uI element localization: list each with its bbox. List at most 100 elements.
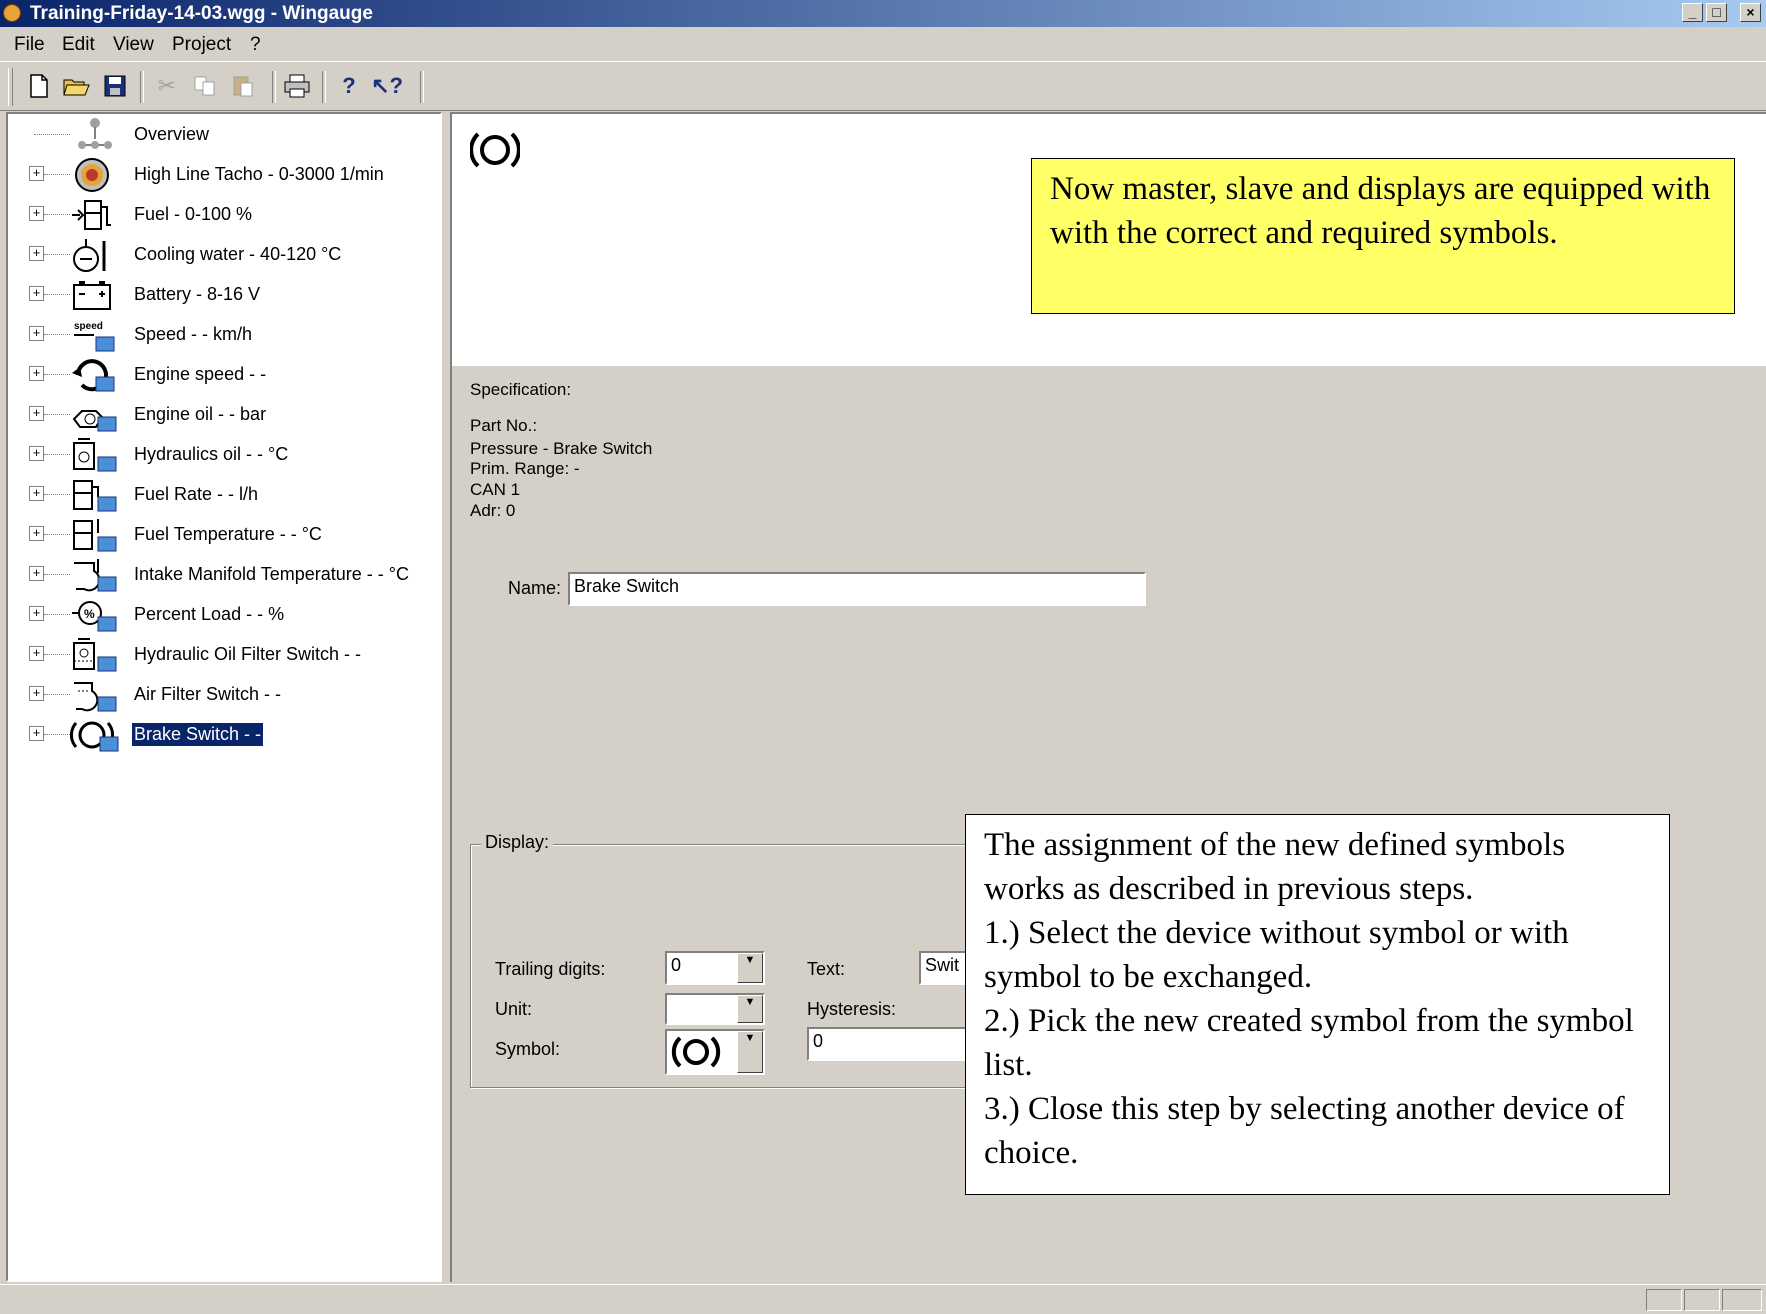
expand-icon[interactable]: +	[29, 606, 44, 621]
paste-icon[interactable]	[228, 71, 258, 101]
tree-item-overview[interactable]: Overview	[8, 114, 438, 154]
tree-item-speed[interactable]: + speed Speed - - km/h	[8, 314, 438, 354]
open-icon[interactable]	[62, 71, 92, 101]
toolbar: ✂ ? ↖?	[0, 61, 1766, 111]
svg-text:speed: speed	[74, 321, 103, 332]
tree-item-hydraulics-oil[interactable]: + Hydraulics oil - - °C	[8, 434, 438, 474]
help-icon[interactable]: ?	[334, 71, 364, 101]
toolbar-separator	[420, 71, 424, 103]
tree-item-percent-load[interactable]: + % Percent Load - - %	[8, 594, 438, 634]
expand-icon[interactable]: +	[29, 446, 44, 461]
tree-item-label: Overview	[134, 124, 210, 144]
expand-icon[interactable]: +	[29, 166, 44, 181]
toolbar-grip[interactable]	[8, 68, 13, 106]
expand-icon[interactable]: +	[29, 406, 44, 421]
cut-icon[interactable]: ✂	[152, 71, 182, 101]
tree-item-label: Percent Load - - %	[134, 604, 285, 624]
unit-label: Unit:	[495, 999, 533, 1019]
fuel-temperature-icon	[70, 517, 120, 553]
tree-item-cooling-water[interactable]: + Cooling water - 40-120 °C	[8, 234, 438, 274]
annotation-line: 3.) Close this step by selecting another…	[984, 1091, 1625, 1171]
tree-item-brake-switch[interactable]: + Brake Switch - -	[8, 714, 438, 754]
hysteresis-input[interactable]: 0	[807, 1027, 967, 1061]
cooling-water-icon	[70, 237, 120, 273]
resize-grip[interactable]	[1722, 1289, 1762, 1311]
overview-icon	[70, 117, 120, 153]
tree-item-tacho[interactable]: + High Line Tacho - 0-3000 1/min	[8, 154, 438, 194]
chevron-down-icon[interactable]: ▼	[737, 1031, 763, 1073]
trailing-digits-select[interactable]: 0 ▼	[665, 951, 765, 985]
expand-icon[interactable]: +	[29, 646, 44, 661]
white-annotation: The assignment of the new defined symbol…	[965, 814, 1670, 1195]
tree-item-intake-manifold[interactable]: + Intake Manifold Temperature - - °C	[8, 554, 438, 594]
status-panel	[1684, 1289, 1720, 1311]
menu-project[interactable]: Project	[172, 34, 231, 56]
tree-item-engine-oil[interactable]: + Engine oil - - bar	[8, 394, 438, 434]
tree-connector	[44, 254, 70, 255]
maximize-button[interactable]: □	[1706, 3, 1727, 22]
expand-icon[interactable]: +	[29, 526, 44, 541]
window-title: Training-Friday-14-03.wgg - Wingauge	[30, 3, 373, 24]
tree-item-label: Fuel - 0-100 %	[134, 204, 253, 224]
spec-type: Pressure - Brake Switch	[470, 439, 653, 458]
copy-icon[interactable]	[190, 71, 220, 101]
menu-help[interactable]: ?	[250, 34, 261, 56]
tree-item-hydraulic-filter[interactable]: + Hydraulic Oil Filter Switch - -	[8, 634, 438, 674]
expand-icon[interactable]: +	[29, 726, 44, 741]
expand-icon[interactable]: +	[29, 566, 44, 581]
battery-icon	[70, 277, 120, 313]
chevron-down-icon[interactable]: ▼	[737, 995, 763, 1023]
expand-icon[interactable]: +	[29, 206, 44, 221]
close-button[interactable]: ×	[1740, 3, 1761, 22]
name-input[interactable]: Brake Switch	[568, 572, 1146, 606]
tree-item-fuel[interactable]: + Fuel - 0-100 %	[8, 194, 438, 234]
symbol-select[interactable]: ▼	[665, 1029, 765, 1075]
chevron-down-icon[interactable]: ▼	[737, 953, 763, 983]
expand-icon[interactable]: +	[29, 246, 44, 261]
tree-item-label: Brake Switch - -	[130, 722, 265, 747]
tree-item-label: High Line Tacho - 0-3000 1/min	[134, 164, 384, 184]
brake-switch-icon	[69, 717, 120, 753]
print-icon[interactable]	[282, 71, 312, 101]
spec-adr: Adr: 0	[470, 501, 516, 520]
tree-connector	[44, 654, 70, 655]
tree-connector	[44, 334, 70, 335]
expand-icon[interactable]: +	[29, 326, 44, 341]
spec-part-no: Part No.:	[470, 416, 538, 435]
expand-icon[interactable]: +	[29, 366, 44, 381]
tree-connector	[44, 454, 70, 455]
tree-connector	[44, 294, 70, 295]
tree-item-label: Fuel Rate - - l/h	[134, 484, 259, 504]
expand-icon[interactable]: +	[29, 486, 44, 501]
pane-splitter[interactable]	[442, 112, 450, 1282]
tree-connector	[44, 214, 70, 215]
tree-item-label: Battery - 8-16 V	[134, 284, 261, 304]
spec-can: CAN 1	[470, 480, 521, 499]
menu-edit[interactable]: Edit	[62, 34, 95, 56]
menu-file[interactable]: File	[14, 34, 45, 56]
text-label: Text:	[807, 959, 846, 979]
brake-symbol-icon	[671, 1033, 721, 1071]
unit-select[interactable]: ▼	[665, 993, 765, 1025]
tree-item-fuel-temperature[interactable]: + Fuel Temperature - - °C	[8, 514, 438, 554]
hysteresis-label: Hysteresis:	[807, 999, 897, 1019]
tree-connector	[44, 734, 70, 735]
tree-item-air-filter[interactable]: + Air Filter Switch - -	[8, 674, 438, 714]
tree-item-battery[interactable]: + Battery - 8-16 V	[8, 274, 438, 314]
menu-view[interactable]: View	[113, 34, 154, 56]
expand-icon[interactable]: +	[29, 686, 44, 701]
expand-icon[interactable]: +	[29, 286, 44, 301]
device-tree[interactable]: Overview + High Line Tacho - 0-3000 1/mi…	[6, 112, 442, 1282]
context-help-icon[interactable]: ↖?	[371, 71, 403, 101]
hydraulics-oil-icon	[70, 437, 120, 473]
tree-item-fuel-rate[interactable]: + Fuel Rate - - l/h	[8, 474, 438, 514]
new-icon[interactable]	[24, 71, 54, 101]
annotation-line: 2.) Pick the new created symbol from the…	[984, 1003, 1634, 1083]
tree-connector	[44, 574, 70, 575]
save-icon[interactable]	[100, 71, 130, 101]
tree-item-engine-speed[interactable]: + Engine speed - -	[8, 354, 438, 394]
fuel-rate-icon	[70, 477, 120, 513]
text-input[interactable]: Swit	[919, 951, 969, 985]
name-label: Name:	[508, 578, 562, 598]
minimize-button[interactable]: _	[1682, 3, 1703, 22]
